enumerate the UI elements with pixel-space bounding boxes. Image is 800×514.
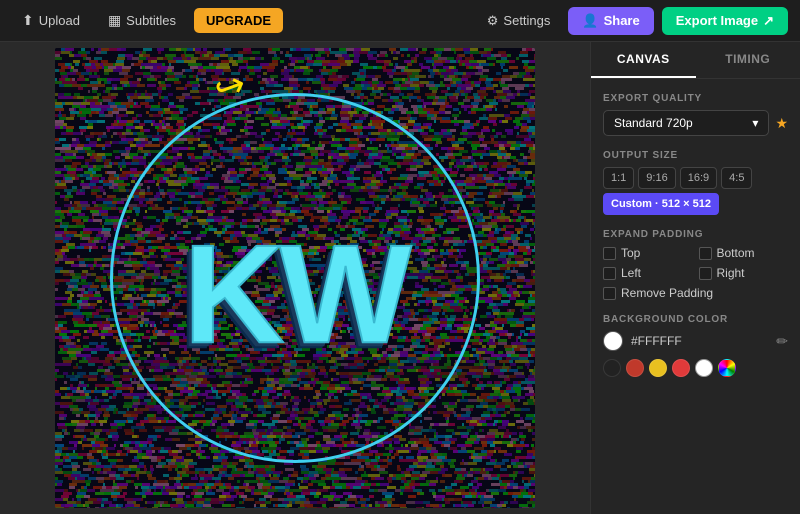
padding-right-label: Right — [717, 266, 745, 280]
expand-padding-label: EXPAND PADDING — [603, 229, 788, 240]
upload-icon: ⬆ — [22, 12, 34, 29]
subtitles-label: Subtitles — [126, 13, 176, 28]
output-size-section: OUTPUT SIZE 1:1 9:16 16:9 4:5 Custom · 5… — [603, 150, 788, 215]
panel-body: EXPORT QUALITY Standard 720p ▾ ★ OUTPUT … — [591, 79, 800, 391]
export-quality-section: EXPORT QUALITY Standard 720p ▾ ★ — [603, 93, 788, 136]
main-area: KW ↪ CANVAS TIMING EXPORT QUALITY Standa… — [0, 42, 800, 514]
size-16-9[interactable]: 16:9 — [680, 167, 717, 189]
topbar-left: ⬆ Upload ▦ Subtitles UPGRADE — [12, 7, 469, 34]
padding-top-label: Top — [621, 246, 640, 260]
export-button[interactable]: Export Image ↗ — [662, 7, 788, 35]
share-icon: 👤 — [582, 13, 598, 29]
color-hex-value: #FFFFFF — [631, 334, 768, 348]
panel-tabs: CANVAS TIMING — [591, 42, 800, 79]
quality-selector: Standard 720p ▾ ★ — [603, 110, 788, 136]
swatch-black[interactable] — [603, 359, 621, 377]
padding-bottom-item[interactable]: Bottom — [699, 246, 789, 260]
padding-left-label: Left — [621, 266, 641, 280]
tab-timing[interactable]: TIMING — [696, 42, 800, 78]
gear-icon: ⚙ — [487, 13, 499, 29]
padding-top-checkbox[interactable] — [603, 247, 616, 260]
color-swatch-white[interactable] — [603, 331, 623, 351]
eyedropper-icon[interactable]: ✏ — [776, 333, 788, 350]
output-size-label: OUTPUT SIZE — [603, 150, 788, 161]
upload-label: Upload — [39, 13, 80, 28]
topbar: ⬆ Upload ▦ Subtitles UPGRADE ⚙ Settings … — [0, 0, 800, 42]
upgrade-button[interactable]: UPGRADE — [194, 8, 283, 33]
export-quality-label: EXPORT QUALITY — [603, 93, 788, 104]
swatch-yellow[interactable] — [649, 359, 667, 377]
bg-color-label: BACKGROUND COLOR — [603, 314, 788, 325]
settings-label: Settings — [503, 13, 550, 28]
color-swatches — [603, 359, 788, 377]
canvas-preview: KW ↪ — [55, 48, 535, 508]
bg-color-section: BACKGROUND COLOR #FFFFFF ✏ — [603, 314, 788, 377]
right-panel: CANVAS TIMING EXPORT QUALITY Standard 72… — [590, 42, 800, 514]
size-options: 1:1 9:16 16:9 4:5 Custom · 512 × 512 — [603, 167, 788, 215]
padding-right-item[interactable]: Right — [699, 266, 789, 280]
chevron-down-icon: ▾ — [752, 116, 758, 130]
size-custom[interactable]: Custom · 512 × 512 — [603, 193, 719, 215]
remove-padding-checkbox[interactable] — [603, 287, 616, 300]
padding-bottom-label: Bottom — [717, 246, 755, 260]
quality-value: Standard 720p — [614, 116, 693, 130]
padding-left-item[interactable]: Left — [603, 266, 693, 280]
expand-padding-section: EXPAND PADDING Top Bottom Left — [603, 229, 788, 300]
swatch-gradient[interactable] — [718, 359, 736, 377]
upload-button[interactable]: ⬆ Upload — [12, 7, 90, 34]
swatch-red1[interactable] — [626, 359, 644, 377]
remove-padding-row[interactable]: Remove Padding — [603, 286, 788, 300]
subtitles-button[interactable]: ▦ Subtitles — [98, 7, 186, 34]
quality-dropdown[interactable]: Standard 720p ▾ — [603, 110, 769, 136]
settings-button[interactable]: ⚙ Settings — [477, 8, 561, 34]
padding-right-checkbox[interactable] — [699, 267, 712, 280]
padding-top-item[interactable]: Top — [603, 246, 693, 260]
subtitles-icon: ▦ — [108, 12, 121, 29]
size-4-5[interactable]: 4:5 — [721, 167, 752, 189]
remove-padding-label: Remove Padding — [621, 286, 713, 300]
padding-left-checkbox[interactable] — [603, 267, 616, 280]
topbar-right: ⚙ Settings 👤 Share Export Image ↗ — [477, 7, 788, 35]
share-label: Share — [604, 13, 640, 28]
size-1-1[interactable]: 1:1 — [603, 167, 634, 189]
export-label: Export Image — [676, 13, 758, 28]
share-button[interactable]: 👤 Share — [568, 7, 653, 35]
swatch-white[interactable] — [695, 359, 713, 377]
kw-logo-text: KW — [183, 213, 406, 375]
star-icon: ★ — [775, 115, 788, 132]
swatch-red2[interactable] — [672, 359, 690, 377]
padding-bottom-checkbox[interactable] — [699, 247, 712, 260]
export-icon: ↗ — [763, 13, 774, 29]
bg-color-row: #FFFFFF ✏ — [603, 331, 788, 351]
size-9-16[interactable]: 9:16 — [638, 167, 675, 189]
tab-canvas[interactable]: CANVAS — [591, 42, 696, 78]
canvas-area[interactable]: KW ↪ — [0, 42, 590, 514]
padding-grid: Top Bottom Left Right — [603, 246, 788, 280]
